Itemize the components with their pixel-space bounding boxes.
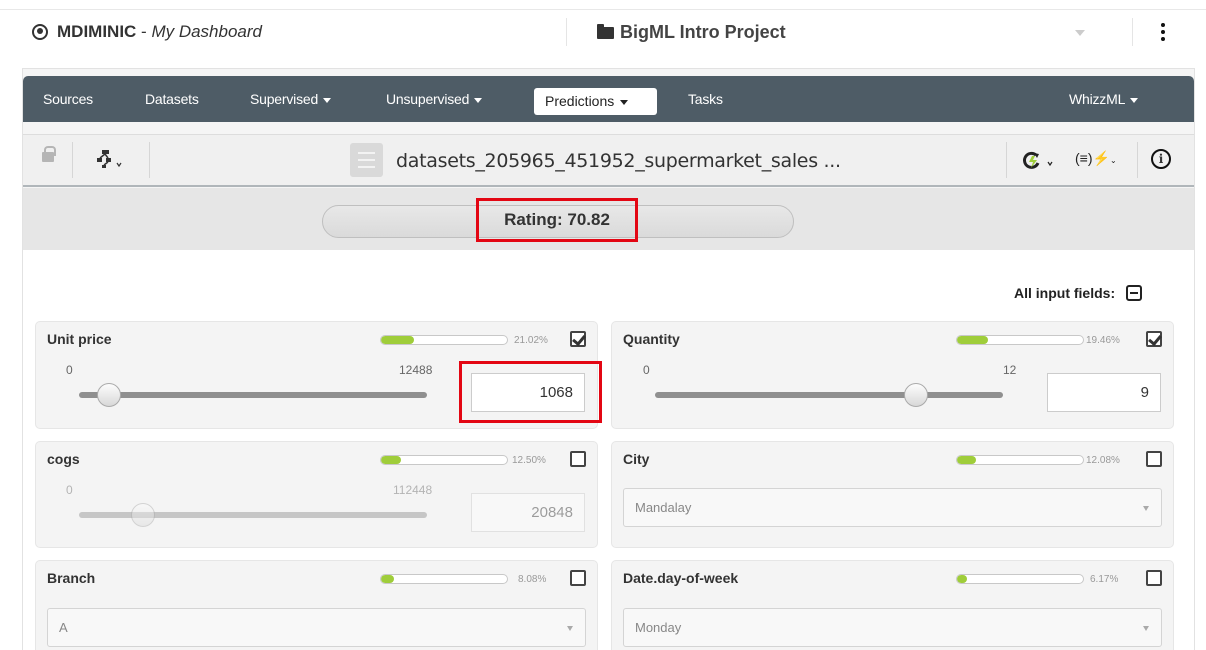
importance-percent: 12.08% — [1086, 455, 1120, 466]
input-card-cogs: cogs 12.50% 0 112448 20848 — [35, 441, 598, 548]
importance-bar — [956, 574, 1084, 584]
dataset-icon — [350, 143, 383, 177]
field-label: Date.day-of-week — [623, 570, 739, 586]
slider-handle[interactable] — [904, 383, 928, 407]
all-input-fields-label: All input fields: — [1014, 285, 1116, 301]
nav-whizzml-label: WhizzML — [1069, 91, 1126, 107]
dashboard-sep: - — [136, 22, 152, 41]
field-label: Quantity — [623, 331, 680, 347]
nav-predictions-label: Predictions — [545, 93, 615, 109]
user-menu[interactable]: MDIMINIC - My Dashboard — [32, 22, 262, 42]
field-checkbox[interactable] — [570, 331, 586, 347]
importance-fill — [957, 336, 988, 344]
slider-max: 112448 — [393, 483, 433, 497]
collapse-icon[interactable] — [1126, 285, 1143, 301]
input-card-day-of-week: Date.day-of-week 6.17% Monday — [611, 560, 1174, 650]
slider-min: 0 — [66, 483, 73, 497]
info-icon[interactable]: i — [1151, 149, 1171, 169]
value-input[interactable]: 20848 — [471, 493, 585, 532]
nav-unsupervised[interactable]: Unsupervised — [386, 91, 483, 107]
caret-down-icon — [1130, 97, 1139, 103]
field-label: Branch — [47, 570, 96, 586]
importance-fill — [957, 456, 977, 464]
importance-percent: 21.02% — [514, 335, 548, 346]
importance-fill — [381, 336, 415, 344]
input-card-city: City 12.08% Mandalay — [611, 441, 1174, 548]
user-icon — [32, 24, 48, 40]
nav-predictions[interactable]: Predictions — [534, 88, 657, 115]
slider-track[interactable] — [79, 392, 427, 398]
branch-select[interactable]: A — [47, 608, 586, 647]
highlight-box — [459, 361, 602, 423]
field-checkbox[interactable] — [1146, 570, 1162, 586]
slider-track[interactable] — [655, 392, 1003, 398]
importance-bar — [956, 455, 1084, 465]
slider-min: 0 — [66, 363, 73, 377]
importance-fill — [381, 456, 401, 464]
city-select[interactable]: Mandalay — [623, 488, 1162, 527]
field-label: cogs — [47, 451, 80, 467]
field-checkbox[interactable] — [570, 570, 586, 586]
field-checkbox[interactable] — [1146, 451, 1162, 467]
importance-bar — [380, 335, 508, 345]
batch-prediction-icon[interactable] — [1022, 150, 1056, 175]
field-label: City — [623, 451, 650, 467]
nav-whizzml[interactable]: WhizzML — [1069, 91, 1139, 107]
slider-handle[interactable] — [131, 503, 156, 527]
value-input[interactable]: 9 — [1047, 373, 1161, 412]
prediction-result: Rating: 70.82 — [476, 198, 638, 242]
folder-icon — [597, 23, 614, 39]
username: MDIMINIC — [57, 22, 137, 41]
toolbar-divider — [1137, 142, 1138, 178]
header-divider-right — [1132, 18, 1133, 46]
nav-unsupervised-label: Unsupervised — [386, 91, 470, 107]
nav-tasks[interactable]: Tasks — [688, 91, 723, 107]
field-label: Unit price — [47, 331, 112, 347]
project-name: BigML Intro Project — [620, 22, 786, 42]
caret-down-icon — [474, 97, 483, 103]
model-tree-icon[interactable] — [97, 149, 123, 169]
toolbar-divider — [72, 142, 73, 178]
lock-icon[interactable] — [42, 146, 56, 162]
day-of-week-select[interactable]: Monday — [623, 608, 1162, 647]
slider-max: 12 — [1003, 363, 1017, 377]
kebab-menu-icon[interactable] — [1158, 23, 1168, 45]
whizzml-script-icon[interactable]: (≡)⚡⌄ — [1075, 150, 1117, 167]
importance-percent: 12.50% — [512, 455, 546, 466]
input-card-quantity: Quantity 19.46% 0 12 9 — [611, 321, 1174, 429]
project-selector[interactable]: BigML Intro Project — [597, 22, 786, 43]
importance-percent: 8.08% — [518, 574, 547, 585]
dashboard-name: My Dashboard — [151, 22, 262, 41]
slider-max: 12488 — [399, 363, 433, 377]
nav-supervised[interactable]: Supervised — [250, 91, 332, 107]
caret-down-icon — [323, 97, 332, 103]
field-checkbox[interactable] — [570, 451, 586, 467]
nav-supervised-label: Supervised — [250, 91, 319, 107]
slider-min: 0 — [643, 363, 650, 377]
all-input-fields-toggle[interactable]: All input fields: — [1014, 285, 1143, 301]
toolbar-divider — [149, 142, 150, 178]
field-checkbox[interactable] — [1146, 331, 1162, 347]
importance-bar — [380, 455, 508, 465]
slider-handle[interactable] — [96, 383, 121, 407]
nav-datasets[interactable]: Datasets — [145, 91, 199, 107]
importance-percent: 6.17% — [1090, 574, 1119, 585]
importance-fill — [381, 575, 394, 583]
input-card-branch: Branch 8.08% A — [35, 560, 598, 650]
header-divider — [566, 18, 567, 46]
importance-bar — [380, 574, 508, 584]
top-divider — [0, 9, 1206, 10]
importance-fill — [957, 575, 967, 583]
nav-sources[interactable]: Sources — [43, 91, 93, 107]
dataset-title: datasets_205965_451952_supermarket_sales… — [396, 150, 841, 172]
caret-down-icon — [620, 99, 629, 105]
toolbar-divider — [1006, 142, 1007, 178]
importance-percent: 19.46% — [1086, 335, 1120, 346]
importance-bar — [956, 335, 1084, 345]
project-dropdown-caret-icon[interactable] — [1075, 30, 1085, 36]
